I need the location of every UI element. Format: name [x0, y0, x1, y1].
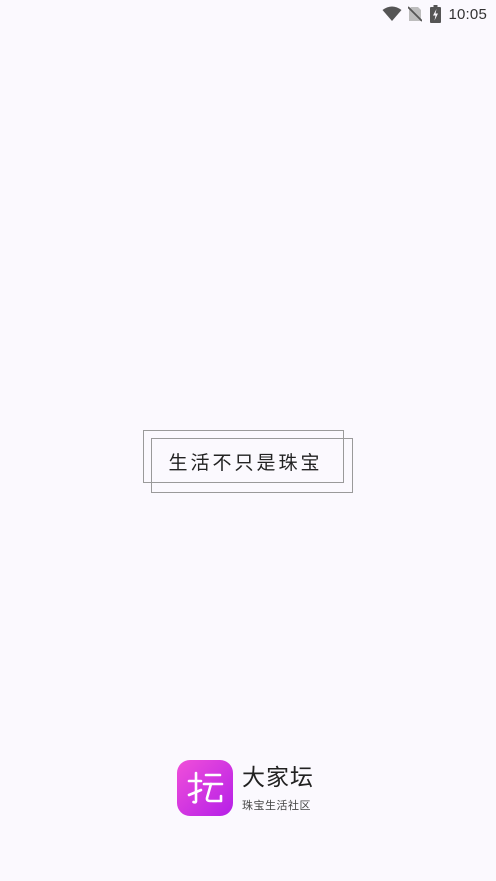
- status-time: 10:05: [448, 5, 487, 23]
- brand-text: 大家坛 珠宝生活社区: [242, 764, 314, 813]
- status-bar: 10:05: [0, 0, 496, 28]
- status-icons: 10:05: [382, 4, 487, 24]
- wifi-icon: [382, 6, 402, 21]
- brand-tagline: 珠宝生活社区: [242, 798, 311, 812]
- slogan-text: 生活不只是珠宝: [168, 452, 323, 474]
- brand-lockup: 大家坛 珠宝生活社区: [177, 759, 314, 817]
- app-logo-icon: [177, 760, 233, 816]
- no-sim-icon: [408, 6, 423, 22]
- slogan-box: 生活不只是珠宝: [143, 430, 355, 496]
- brand-name: 大家坛: [242, 764, 314, 791]
- logo-glyph-icon: [187, 771, 224, 804]
- battery-charging-icon: [430, 5, 442, 23]
